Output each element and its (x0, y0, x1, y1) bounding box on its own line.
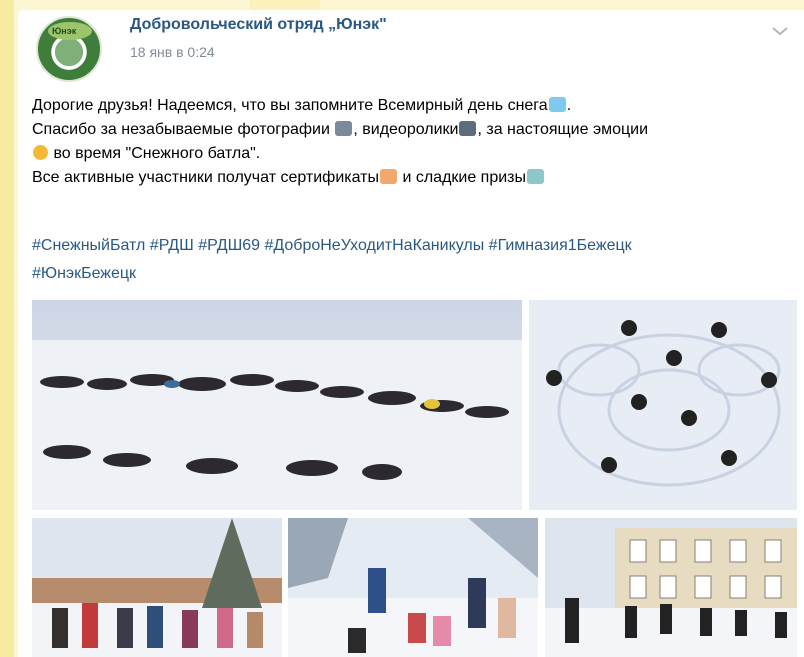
group-name-link[interactable]: Добровольческий отряд „Юнэк" (130, 16, 387, 34)
photo-snow-flower[interactable] (529, 300, 797, 510)
hashtag-line[interactable]: #ЮнэкБежецк (32, 260, 802, 288)
photo-school-building[interactable] (545, 518, 797, 657)
candy-icon (527, 169, 545, 184)
video-camera-icon (459, 121, 477, 136)
post-text-fragment: Спасибо за незабываемые фотографии (32, 121, 335, 138)
photo-image (529, 300, 797, 510)
silly-face-icon (33, 145, 48, 160)
post-text-fragment: во время "Снежного батла". (49, 145, 261, 162)
avatar-logo-text: Юнэк (52, 26, 77, 36)
post-text-line: Спасибо за незабываемые фотографии , вид… (32, 118, 802, 142)
snowflake-icon (548, 97, 566, 112)
hashtags: #СнежныйБатл #РДШ #РДШ69 #ДоброНеУходитН… (32, 232, 802, 288)
photo-snow-line[interactable] (32, 300, 522, 510)
background-decoration (0, 0, 14, 657)
hashtag-line[interactable]: #СнежныйБатл #РДШ #РДШ69 #ДоброНеУходитН… (32, 232, 802, 260)
post-text: Дорогие друзья! Надеемся, что вы запомни… (32, 94, 802, 190)
post-card: Юнэк Добровольческий отряд „Юнэк" 18 янв… (18, 10, 804, 657)
post-text-line: во время "Снежного батла". (32, 142, 802, 166)
photo-image (32, 518, 282, 657)
photo-image (288, 518, 538, 657)
post-text-fragment: Все активные участники получат сертифика… (32, 169, 379, 186)
chevron-down-icon[interactable] (770, 24, 790, 38)
photo-kids-snow[interactable] (288, 518, 538, 657)
post-text-fragment: , видеоролики (353, 121, 459, 138)
camera-icon (335, 121, 353, 136)
post-text-line: Дорогие друзья! Надеемся, что вы запомни… (32, 94, 802, 118)
post-text-fragment: Дорогие друзья! Надеемся, что вы запомни… (32, 97, 548, 114)
post-text-fragment: . (566, 97, 572, 114)
post-text-fragment: и сладкие призы (398, 169, 527, 186)
post-text-fragment: , за настоящие эмоции (477, 121, 649, 138)
clapping-hands-icon (380, 169, 397, 184)
photo-kids-trees[interactable] (32, 518, 282, 657)
photo-image (32, 300, 522, 510)
photo-image (545, 518, 797, 657)
post-date[interactable]: 18 янв в 0:24 (130, 44, 215, 60)
post-text-line: Все активные участники получат сертифика… (32, 166, 802, 190)
group-avatar[interactable]: Юнэк (36, 16, 102, 82)
